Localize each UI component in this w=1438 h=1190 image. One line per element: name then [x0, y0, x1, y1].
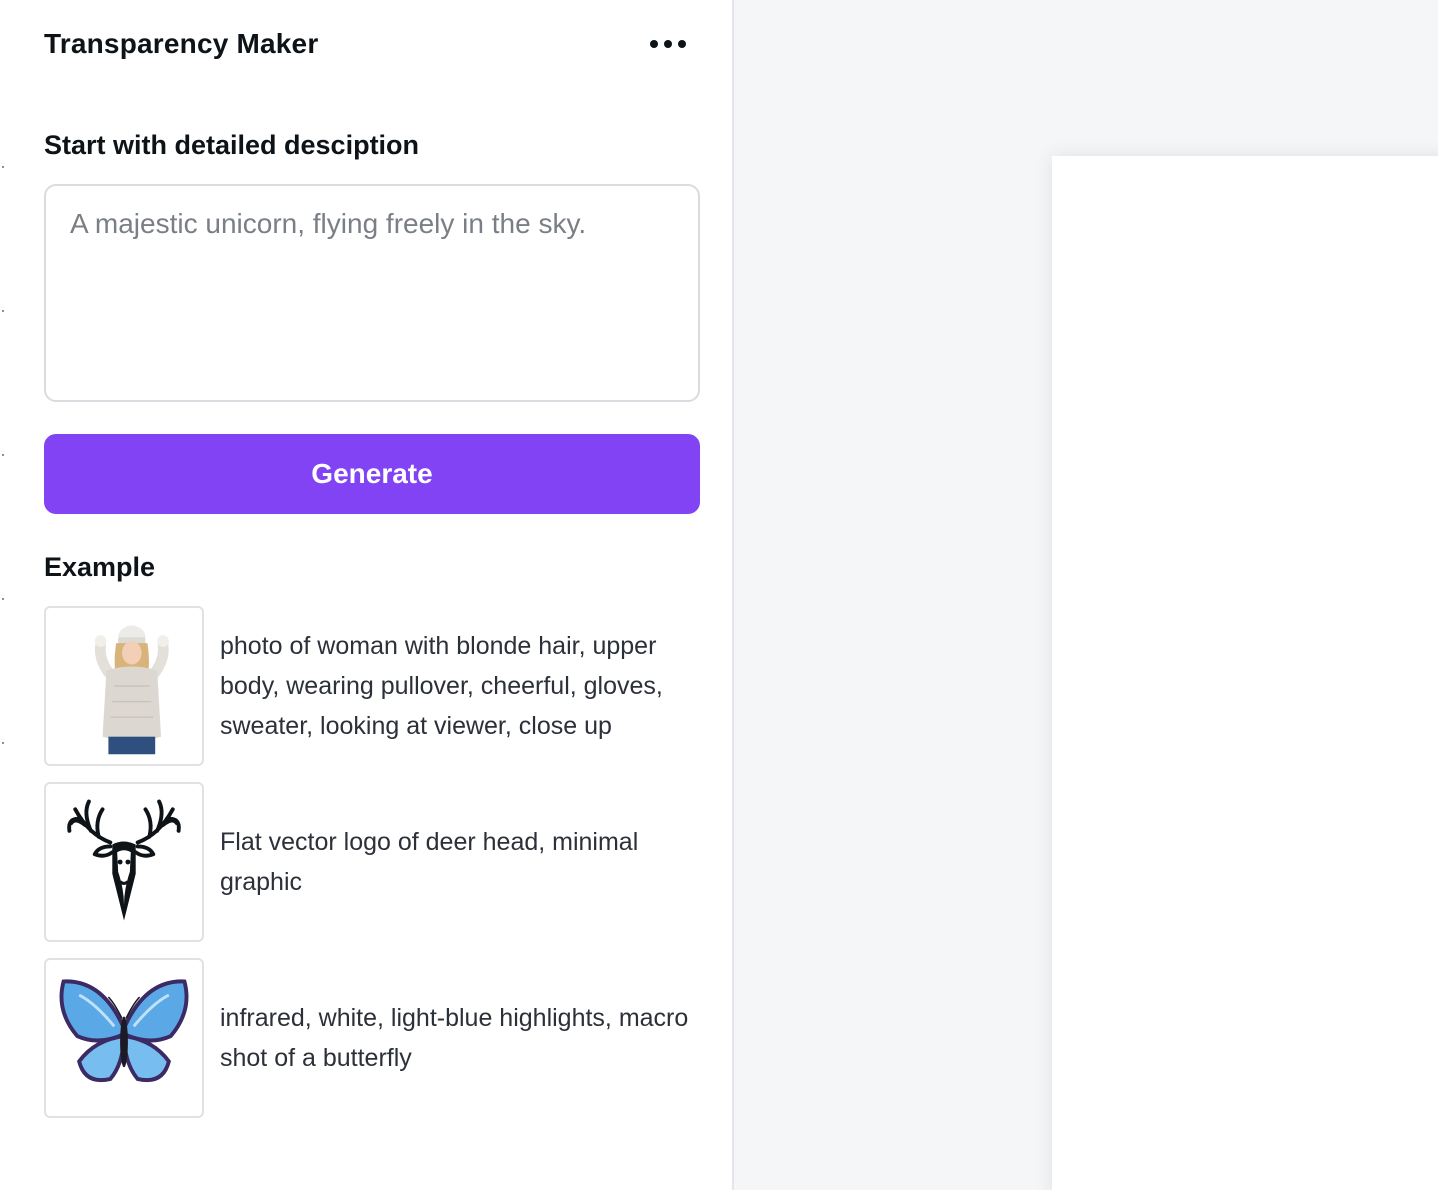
- examples-label: Example: [44, 552, 156, 582]
- woman-photo-thumbnail: [44, 606, 204, 766]
- more-horizontal-icon: [678, 40, 686, 48]
- prompt-input-wrapper: [44, 184, 700, 402]
- example-item[interactable]: Flat vector logo of deer head, minimal g…: [44, 782, 700, 942]
- more-horizontal-icon: [664, 40, 672, 48]
- prompt-label: Start with detailed desciption: [44, 130, 420, 160]
- panel-title: Transparency Maker: [44, 28, 319, 59]
- prompt-input[interactable]: [46, 186, 698, 400]
- edge-marker: [2, 166, 4, 168]
- deer-logo-thumbnail: [44, 782, 204, 942]
- example-text: infrared, white, light-blue highlights, …: [220, 1004, 689, 1072]
- edge-marker: [2, 310, 4, 312]
- edge-marker: [2, 454, 4, 456]
- more-horizontal-icon: [650, 40, 658, 48]
- butterfly-thumbnail: [44, 958, 204, 1118]
- side-panel: Transparency Maker Start with detailed d…: [0, 0, 734, 1190]
- design-canvas-area: [734, 0, 1438, 1190]
- generate-button[interactable]: Generate: [44, 434, 700, 514]
- example-text: Flat vector logo of deer head, minimal g…: [220, 828, 639, 896]
- example-item[interactable]: infrared, white, light-blue highlights, …: [44, 958, 700, 1118]
- example-item[interactable]: photo of woman with blonde hair, upper b…: [44, 606, 700, 766]
- edge-marker: [2, 742, 4, 744]
- edge-marker: [2, 598, 4, 600]
- app-root: Transparency Maker Start with detailed d…: [0, 0, 1438, 1190]
- more-options-button[interactable]: [640, 28, 696, 60]
- example-text: photo of woman with blonde hair, upper b…: [220, 632, 663, 740]
- design-page[interactable]: [1052, 156, 1438, 1190]
